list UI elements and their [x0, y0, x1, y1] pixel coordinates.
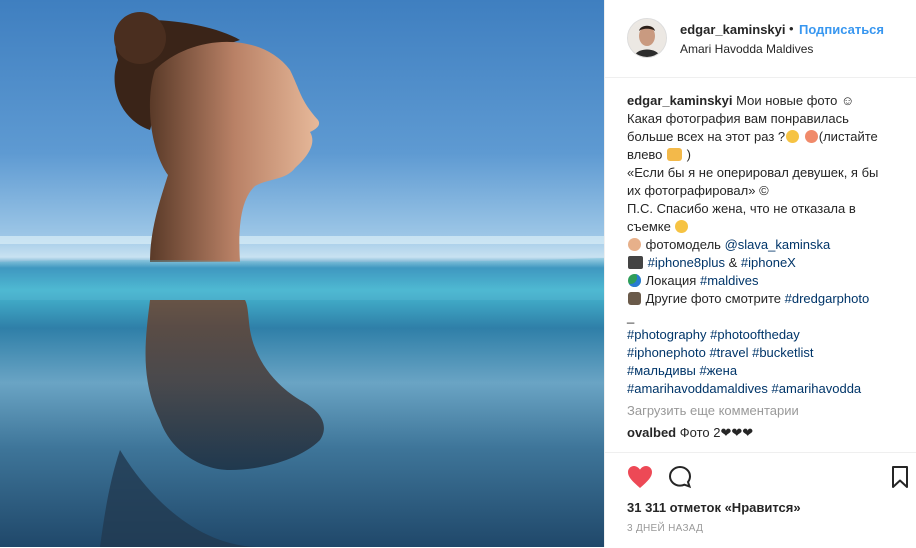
post-sidebar: edgar_kaminskyi • Подписаться Amari Havo…	[604, 0, 916, 547]
hashtag-line: #iphonephoto #travel #bucketlist	[627, 344, 899, 362]
caption-text: Локация	[645, 273, 697, 288]
heart-eyes-emoji-icon	[804, 130, 818, 143]
hashtag-link[interactable]: #iphoneX	[741, 255, 796, 270]
comment-text: Фото 2❤❤❤	[679, 425, 754, 440]
post-photo[interactable]	[0, 0, 604, 547]
caption-text: съемке	[627, 219, 671, 234]
pointing-hand-emoji-icon	[667, 148, 683, 161]
caption-author[interactable]: edgar_kaminskyi	[627, 93, 733, 108]
hashtag-link[interactable]: #maldives	[700, 273, 759, 288]
hashtag-link[interactable]: #photooftheday	[710, 327, 800, 342]
caption-line: съемке	[627, 218, 899, 236]
caption-line: их фотографировал» ©	[627, 182, 899, 200]
hashtag-link[interactable]: #bucketlist	[752, 345, 813, 360]
hashtag-link[interactable]: #travel	[709, 345, 748, 360]
avatar[interactable]	[627, 18, 667, 58]
hashtag-link[interactable]: #iphone8plus	[648, 255, 725, 270]
hashtag-link[interactable]: #жена	[699, 363, 737, 378]
hashtag-link[interactable]: #amarihavodda	[772, 381, 862, 396]
heart-icon[interactable]	[627, 465, 653, 494]
post-timestamp[interactable]: 3 ДНЕЙ НАЗАД	[627, 523, 703, 534]
hashtag-line: #photography #photooftheday	[627, 326, 899, 344]
caption-line: edgar_kaminskyi Мои новые фото ☺	[627, 92, 899, 110]
hashtag-line: #amarihavoddamaldives #amarihavodda	[627, 380, 899, 398]
location-link[interactable]: Amari Havodda Maldives	[680, 42, 813, 56]
caption-line: влево )	[627, 146, 899, 164]
caption-text: П.С. Спасибо жена, что не отказала в	[627, 201, 856, 216]
woman-emoji-icon	[628, 238, 641, 251]
caption-line: П.С. Спасибо жена, что не отказала в	[627, 200, 899, 218]
caption-text: «Если бы я не оперировал девушек, я бы	[627, 165, 879, 180]
caption-line: Какая фотография вам понравилась	[627, 110, 899, 128]
hashtag-link[interactable]: #iphonephoto	[627, 345, 706, 360]
detective-emoji-icon	[628, 292, 641, 305]
instagram-post: edgar_kaminskyi • Подписаться Amari Havo…	[0, 0, 916, 547]
avatar-image	[628, 19, 666, 57]
caption-line: Локация #maldives	[627, 272, 899, 290]
caption-line: _	[627, 308, 899, 326]
caption-line: больше всех на этот раз ? (листайте	[627, 128, 899, 146]
comment-icon[interactable]	[668, 465, 692, 494]
caption-line: #iphone8plus & #iphoneX	[627, 254, 899, 272]
hashtag-link[interactable]: #photography	[627, 327, 707, 342]
caption-text: Какая фотография вам понравилась	[627, 111, 849, 126]
caption-text: (листайте	[818, 129, 878, 144]
caption-text: их фотографировал» ©	[627, 183, 769, 198]
post-header: edgar_kaminskyi • Подписаться Amari Havo…	[605, 0, 916, 78]
caption-text: )	[686, 147, 692, 162]
globe-emoji-icon	[628, 274, 641, 287]
load-more-comments-button[interactable]: Загрузить еще комментарии	[627, 402, 899, 420]
caption-line: фотомодель @slava_kaminska	[627, 236, 899, 254]
photo-illustration	[0, 12, 604, 547]
comment-item: ovalbed Фото 2❤❤❤	[627, 424, 899, 442]
hashtag-link[interactable]: #amarihavoddamaldives	[627, 381, 768, 396]
follow-button[interactable]: Подписаться	[799, 22, 884, 37]
bookmark-icon[interactable]	[891, 465, 909, 494]
hashtag-link[interactable]: #dredgarphoto	[785, 291, 870, 306]
kiss-emoji-icon	[675, 220, 689, 233]
caption-line: «Если бы я не оперировал девушек, я бы	[627, 164, 899, 182]
separator-dot: •	[789, 21, 794, 36]
thinking-emoji-icon	[786, 130, 800, 143]
post-actions: 31 311 отметок «Нравится» 3 ДНЕЙ НАЗАД	[605, 452, 916, 548]
hashtag-line: #мальдивы #жена	[627, 362, 899, 380]
caption-text: Другие фото смотрите	[645, 291, 782, 306]
header-username[interactable]: edgar_kaminskyi	[680, 22, 786, 37]
caption-text: больше всех на этот раз ?	[627, 129, 786, 144]
mention-link[interactable]: @slava_kaminska	[725, 237, 831, 252]
caption-text: фотомодель	[645, 237, 721, 252]
caption-text: влево	[627, 147, 663, 162]
caption-text: &	[728, 255, 738, 270]
camera-emoji-icon	[628, 256, 643, 269]
caption-line: Другие фото смотрите #dredgarphoto	[627, 290, 899, 308]
likes-count[interactable]: 31 311 отметок «Нравится»	[627, 500, 801, 515]
caption-text: _	[627, 309, 635, 324]
hashtag-link[interactable]: #мальдивы	[627, 363, 696, 378]
comments-section: edgar_kaminskyi Мои новые фото ☺ Какая ф…	[627, 92, 899, 442]
comment-author[interactable]: ovalbed	[627, 425, 676, 440]
caption-text: Мои новые фото ☺	[736, 93, 855, 108]
